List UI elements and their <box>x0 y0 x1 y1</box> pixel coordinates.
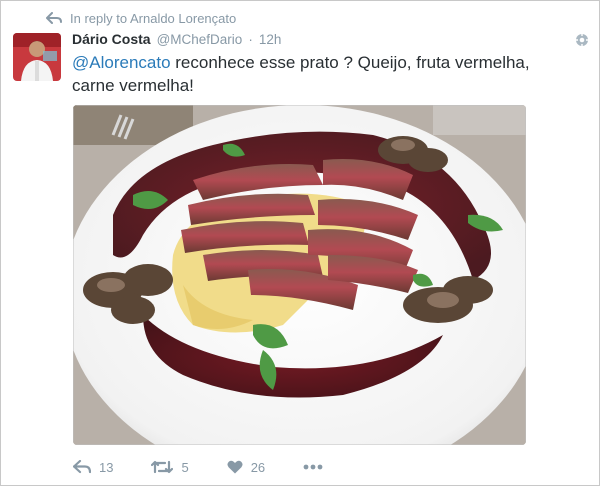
more-dots-icon <box>303 464 323 470</box>
retweet-count: 5 <box>181 459 189 475</box>
like-count: 26 <box>250 459 266 475</box>
mention-link[interactable]: @Alorencato <box>72 53 171 72</box>
reply-count: 13 <box>99 459 114 475</box>
food-photo <box>73 105 526 445</box>
retweet-action[interactable]: 5 <box>151 459 189 475</box>
reply-icon <box>73 460 91 474</box>
separator-dot: · <box>248 32 253 47</box>
tweet-card: In reply to Arnaldo Lorençato Dário Cost… <box>0 0 600 486</box>
heart-icon <box>227 460 243 474</box>
tweet-header: Dário Costa @MChefDario · 12h <box>72 31 559 51</box>
author-name[interactable]: Dário Costa <box>72 31 151 47</box>
tweet-text: @Alorencato reconhece esse prato ? Queij… <box>72 51 572 97</box>
retweet-icon <box>151 460 174 474</box>
reply-arrow-icon <box>46 12 62 24</box>
avatar[interactable] <box>13 33 61 81</box>
like-action[interactable]: 26 <box>227 460 265 475</box>
in-reply-to-text[interactable]: In reply to Arnaldo Lorençato <box>70 11 236 26</box>
tweet-photo[interactable] <box>73 105 526 445</box>
author-handle[interactable]: @MChefDario <box>157 32 243 47</box>
tweet-actions: 13 5 26 <box>73 455 361 479</box>
more-action[interactable] <box>303 464 323 470</box>
globe-icon[interactable] <box>575 33 589 47</box>
reply-action[interactable]: 13 <box>73 460 113 475</box>
in-reply-to[interactable]: In reply to Arnaldo Lorençato <box>46 9 236 27</box>
timestamp[interactable]: 12h <box>259 32 282 47</box>
